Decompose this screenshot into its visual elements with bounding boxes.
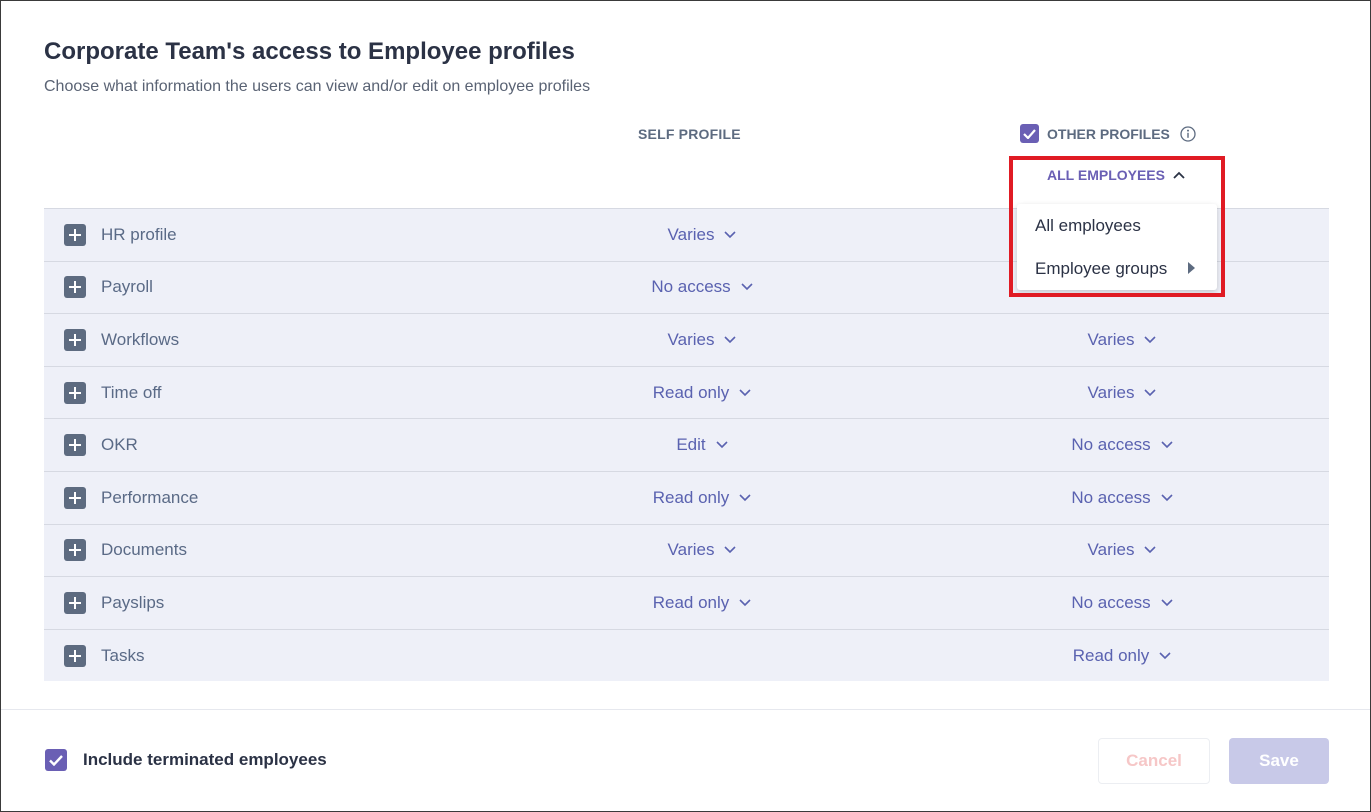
self-permission-value: Read only <box>652 592 730 612</box>
table-row: Tasks Read only <box>44 628 1329 682</box>
page-subtitle: Choose what information the users can vi… <box>44 78 591 95</box>
other-permission-value: Read only <box>1072 645 1150 665</box>
row-label: Tasks <box>101 645 145 665</box>
page-title: Corporate Team's access to Employee prof… <box>44 38 575 65</box>
row-label: Payroll <box>101 277 153 297</box>
chevron-down-icon <box>1161 494 1173 501</box>
chevron-down-icon <box>1159 651 1171 659</box>
row-label: OKR <box>101 435 138 455</box>
table-row: Workflows Varies Varies <box>44 313 1329 366</box>
chevron-down-icon <box>1144 389 1157 396</box>
table-row: OKR Edit No access <box>44 418 1329 471</box>
all-employees-scope-button[interactable]: ALL EMPLOYEES <box>1047 167 1185 183</box>
expand-plus-icon[interactable] <box>64 539 86 562</box>
include-terminated-label: Include terminated employees <box>83 750 327 769</box>
row-label: Performance <box>101 487 199 507</box>
chevron-down-icon <box>739 599 751 607</box>
other-permission-select[interactable]: No access <box>1024 435 1220 455</box>
row-label: Time off <box>101 382 162 402</box>
row-label: HR profile <box>101 224 177 244</box>
dropdown-item-all-employees[interactable]: All employees <box>1035 216 1141 236</box>
expand-plus-icon[interactable] <box>64 223 86 246</box>
chevron-down-icon <box>1161 599 1173 607</box>
chevron-down-icon <box>1144 336 1157 344</box>
table-row: Performance Read only No access <box>44 470 1329 524</box>
expand-plus-icon[interactable] <box>64 381 86 404</box>
self-permission-value: Read only <box>652 487 730 507</box>
chevron-up-icon <box>1173 171 1185 179</box>
self-permission-value: No access <box>651 277 731 297</box>
self-profile-header: SELF PROFILE <box>638 126 741 142</box>
scope-dropdown-menu: All employees Employee groups <box>1017 204 1217 290</box>
expand-plus-icon[interactable] <box>64 276 86 299</box>
expand-plus-icon[interactable] <box>64 328 86 351</box>
self-permission-select[interactable]: No access <box>604 277 800 297</box>
other-permission-select[interactable]: Varies <box>1024 330 1220 350</box>
table-row: Documents Varies Varies <box>44 523 1329 577</box>
self-permission-select[interactable]: Read only <box>604 593 800 613</box>
dropdown-item-employee-groups[interactable]: Employee groups <box>1035 259 1167 279</box>
other-permission-value: No access <box>1071 487 1151 507</box>
chevron-down-icon <box>739 494 751 501</box>
other-permission-value: Varies <box>1087 540 1135 560</box>
caret-right-icon <box>1188 262 1195 274</box>
expand-plus-icon[interactable] <box>64 434 86 457</box>
self-permission-value: Read only <box>652 382 730 402</box>
self-permission-value: Varies <box>667 329 715 349</box>
self-permission-select[interactable]: Edit <box>604 435 800 455</box>
chevron-down-icon <box>724 336 737 344</box>
self-permission-value: Varies <box>667 540 715 560</box>
self-permission-select[interactable]: Varies <box>604 540 800 560</box>
expand-plus-icon[interactable] <box>64 644 86 667</box>
chevron-down-icon <box>724 546 737 554</box>
other-permission-value: No access <box>1071 435 1151 455</box>
other-permission-select[interactable]: Read only <box>1024 646 1220 666</box>
chevron-down-icon <box>724 231 737 238</box>
other-profiles-label: OTHER PROFILES <box>1047 125 1170 142</box>
self-permission-select[interactable]: Varies <box>604 330 800 350</box>
chevron-down-icon <box>716 441 728 449</box>
table-row: Time off Read only Varies <box>44 365 1329 419</box>
other-permission-select[interactable]: Varies <box>1024 540 1220 560</box>
chevron-down-icon <box>1144 546 1157 554</box>
self-permission-select[interactable]: Read only <box>604 488 800 508</box>
self-permission-select[interactable]: Read only <box>604 383 800 403</box>
scope-label: ALL EMPLOYEES <box>1047 167 1165 183</box>
other-permission-value: Varies <box>1087 329 1135 349</box>
self-permission-select[interactable]: Varies <box>604 225 800 245</box>
other-permission-value: Varies <box>1087 382 1135 402</box>
self-permission-value: Edit <box>676 435 706 455</box>
expand-plus-icon[interactable] <box>64 591 86 614</box>
include-terminated-checkbox[interactable] <box>45 749 67 771</box>
other-permission-select[interactable]: No access <box>1024 593 1220 613</box>
chevron-down-icon <box>1161 441 1173 449</box>
row-label: Documents <box>101 540 187 560</box>
expand-plus-icon[interactable] <box>64 486 86 509</box>
info-icon[interactable] <box>1180 125 1196 142</box>
other-profiles-header: OTHER PROFILES <box>1020 124 1196 143</box>
chevron-down-icon <box>739 389 751 396</box>
self-permission-value: Varies <box>667 224 715 244</box>
cancel-button[interactable]: Cancel <box>1098 738 1210 784</box>
row-label: Workflows <box>101 329 180 349</box>
footer-divider <box>1 709 1370 710</box>
other-permission-select[interactable]: No access <box>1024 488 1220 508</box>
row-label: Payslips <box>101 592 165 612</box>
other-profiles-checkbox[interactable] <box>1020 124 1039 143</box>
save-button[interactable]: Save <box>1229 738 1329 784</box>
other-permission-value: No access <box>1071 592 1151 612</box>
other-permission-select[interactable]: Varies <box>1024 383 1220 403</box>
chevron-down-icon <box>741 283 753 291</box>
table-row: Payslips Read only No access <box>44 576 1329 629</box>
